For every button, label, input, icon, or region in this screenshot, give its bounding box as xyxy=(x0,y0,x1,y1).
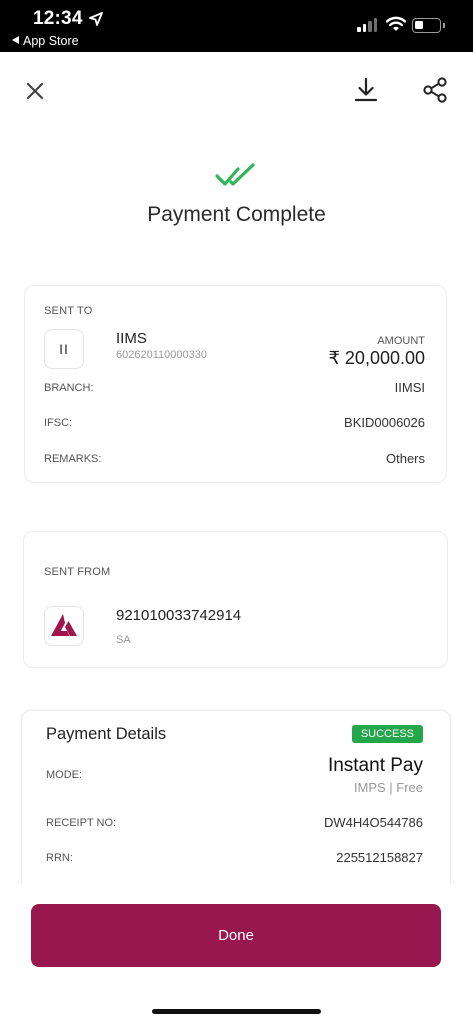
amount-value: ₹ 20,000.00 xyxy=(328,348,425,368)
back-label: App Store xyxy=(23,34,79,48)
done-button-label: Done xyxy=(218,927,254,944)
ifsc-value: BKID0006026 xyxy=(344,415,425,430)
rrn-value: 225512158827 xyxy=(336,850,423,865)
back-to-app-store[interactable]: App Store xyxy=(12,34,79,48)
payee-name: IIMS xyxy=(116,330,147,347)
mode-subtext: IMPS | Free xyxy=(353,780,423,795)
payment-details-card: Payment Details SUCCESS MODE: Instant Pa… xyxy=(21,710,451,886)
status-badge: SUCCESS xyxy=(351,725,423,743)
location-arrow-icon xyxy=(89,12,103,26)
source-account-type: SA xyxy=(116,634,131,646)
sent-from-label: SENT FROM xyxy=(44,566,111,578)
payee-initials: II xyxy=(59,341,69,357)
sent-to-card: SENT TO II IIMS 602620110000330 AMOUNT ₹… xyxy=(24,285,447,483)
mode-label: MODE: xyxy=(46,769,83,781)
cellular-signal-icon xyxy=(357,18,377,32)
ifsc-label: IFSC: xyxy=(44,417,73,429)
status-time: 12:34 xyxy=(33,8,83,29)
remarks-label: REMARKS: xyxy=(44,453,102,465)
source-account-number: 921010033742914 xyxy=(116,607,242,624)
download-icon[interactable] xyxy=(352,76,380,104)
double-check-icon xyxy=(215,163,255,186)
status-bar: 12:34 App Store xyxy=(0,0,473,52)
receipt-label: RECEIPT NO: xyxy=(46,817,117,829)
payment-details-title: Payment Details xyxy=(46,725,167,743)
remarks-value: Others xyxy=(385,451,425,466)
page-title: Payment Complete xyxy=(147,203,326,226)
amount-label: AMOUNT xyxy=(377,335,425,347)
axis-bank-logo-icon xyxy=(51,614,77,636)
battery-icon xyxy=(412,18,445,33)
wifi-icon xyxy=(386,16,406,31)
mode-value: Instant Pay xyxy=(327,755,423,776)
rrn-label: RRN: xyxy=(46,852,73,864)
payee-avatar: II xyxy=(44,329,84,369)
done-button[interactable]: Done xyxy=(31,904,441,967)
sent-to-label: SENT TO xyxy=(44,305,93,317)
branch-label: BRANCH: xyxy=(44,382,94,394)
share-icon[interactable] xyxy=(421,76,449,104)
back-triangle-icon xyxy=(12,36,19,44)
bank-avatar xyxy=(44,606,84,646)
home-indicator[interactable] xyxy=(152,1009,321,1014)
close-icon[interactable] xyxy=(22,78,48,104)
branch-value: IIMSI xyxy=(394,380,425,395)
sent-from-card: SENT FROM 921010033742914 SA xyxy=(23,531,448,668)
receipt-value: DW4H4O544786 xyxy=(324,815,423,830)
payee-account-number: 602620110000330 xyxy=(116,349,207,361)
